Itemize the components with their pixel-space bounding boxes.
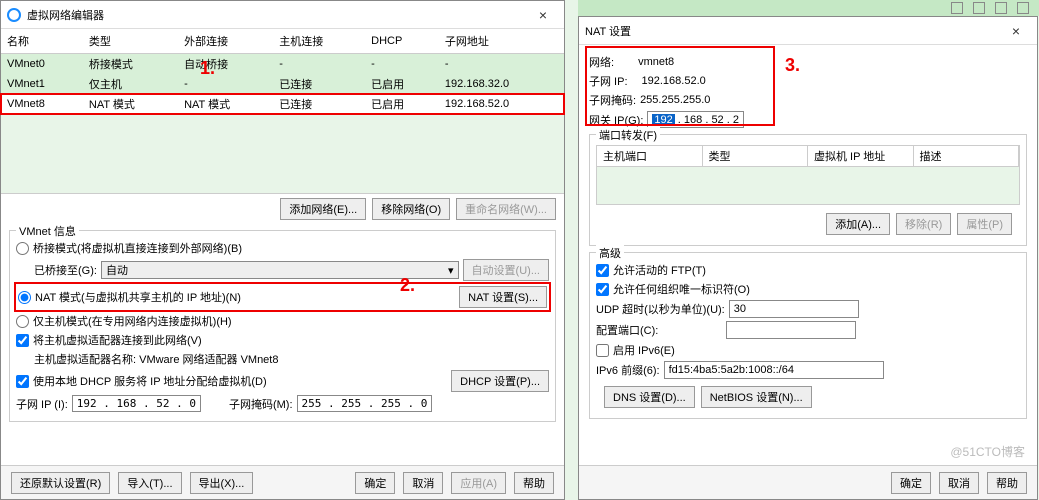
rename-network-button: 重命名网络(W)...: [456, 198, 556, 220]
col-subnet[interactable]: 子网地址: [439, 29, 564, 54]
cancel-button[interactable]: 取消: [939, 472, 979, 494]
cancel-button[interactable]: 取消: [403, 472, 443, 494]
subnet-mask-label: 子网掩码:: [589, 92, 636, 108]
table-row[interactable]: VMnet1仅主机-已连接已启用192.168.32.0: [1, 74, 564, 94]
auto-settings-button: 自动设置(U)...: [463, 259, 549, 281]
import-button[interactable]: 导入(T)...: [118, 472, 181, 494]
chk-host-adapter[interactable]: 将主机虚拟适配器连接到此网络(V): [16, 332, 549, 348]
advanced-fieldset: 高级 允许活动的 FTP(T) 允许任何组织唯一标识符(O) UDP 超时(以秒…: [589, 252, 1027, 419]
network-value: vmnet8: [638, 56, 674, 68]
bridge-to-label: 已桥接至(G):: [34, 262, 97, 278]
ok-button[interactable]: 确定: [891, 472, 931, 494]
restore-defaults-button[interactable]: 还原默认设置(R): [11, 472, 110, 494]
chk-ipv6[interactable]: 启用 IPv6(E): [596, 342, 1020, 358]
subnet-ip-input[interactable]: 192 . 168 . 52 . 0: [72, 395, 201, 412]
watermark: @51CTO博客: [950, 443, 1025, 460]
vmnet-info-label: VMnet 信息: [16, 223, 79, 239]
config-port-input[interactable]: [726, 321, 856, 339]
port-forward-fieldset: 端口转发(F) 主机端口 类型 虚拟机 IP 地址 描述 添加(A)... 移除…: [589, 134, 1027, 246]
subnet-mask-label: 子网掩码(M):: [229, 396, 293, 412]
col-hostport[interactable]: 主机端口: [597, 146, 703, 166]
ipv6-prefix-label: IPv6 前缀(6):: [596, 362, 660, 378]
pf-remove-button: 移除(R): [896, 213, 951, 235]
host-adapter-name: 主机虚拟适配器名称: VMware 网络适配器 VMnet8: [16, 351, 549, 367]
col-vmaddr[interactable]: 虚拟机 IP 地址: [808, 146, 914, 166]
toolbar-icon[interactable]: [951, 2, 963, 14]
config-port-label: 配置端口(C):: [596, 322, 658, 338]
apply-button: 应用(A): [451, 472, 506, 494]
close-icon[interactable]: ×: [528, 7, 558, 23]
radio-nat[interactable]: NAT 模式(与虚拟机共享主机的 IP 地址)(N) NAT 设置(S)...: [16, 284, 549, 310]
subnet-ip-value: 192.168.52.0: [642, 75, 706, 87]
window-title: NAT 设置: [585, 23, 1001, 39]
add-network-button[interactable]: 添加网络(E)...: [280, 198, 366, 220]
export-button[interactable]: 导出(X)...: [190, 472, 254, 494]
col-type[interactable]: 类型: [83, 29, 178, 54]
subnet-ip-label: 子网 IP (I):: [16, 396, 68, 412]
pf-props-button: 属性(P): [957, 213, 1012, 235]
chevron-down-icon: ▾: [448, 264, 454, 277]
table-row[interactable]: VMnet0桥接模式自动桥接---: [1, 54, 564, 75]
chk-ftp[interactable]: 允许活动的 FTP(T): [596, 262, 1020, 278]
remove-network-button[interactable]: 移除网络(O): [372, 198, 450, 220]
netbios-settings-button[interactable]: NetBIOS 设置(N)...: [701, 386, 812, 408]
nat-settings-button[interactable]: NAT 设置(S)...: [459, 286, 547, 308]
dialog-buttons: 确定 取消 帮助: [579, 465, 1037, 499]
subnet-mask-value: 255.255.255.0: [640, 94, 710, 106]
close-icon[interactable]: ×: [1001, 23, 1031, 39]
pf-add-button[interactable]: 添加(A)...: [826, 213, 890, 235]
radio-hostonly[interactable]: 仅主机模式(在专用网络内连接虚拟机)(H): [16, 313, 549, 329]
col-desc[interactable]: 描述: [914, 146, 1020, 166]
network-label: 网络:: [589, 54, 614, 70]
ok-button[interactable]: 确定: [355, 472, 395, 494]
chk-dhcp[interactable]: 使用本地 DHCP 服务将 IP 地址分配给虚拟机(D) DHCP 设置(P).…: [16, 370, 549, 392]
udp-timeout-input[interactable]: [729, 300, 859, 318]
toolbar-icon[interactable]: [1017, 2, 1029, 14]
app-icon: [7, 8, 21, 22]
help-button[interactable]: 帮助: [987, 472, 1027, 494]
ipv6-prefix-input[interactable]: [664, 361, 884, 379]
toolbar-icon[interactable]: [973, 2, 985, 14]
table-empty-area: [1, 114, 564, 194]
dialog-buttons: 还原默认设置(R) 导入(T)... 导出(X)... 确定 取消 应用(A) …: [1, 465, 564, 499]
chk-anyorg[interactable]: 允许任何组织唯一标识符(O): [596, 281, 1020, 297]
table-row-selected[interactable]: VMnet8NAT 模式NAT 模式已连接已启用192.168.52.0: [1, 94, 564, 114]
dhcp-settings-button[interactable]: DHCP 设置(P)...: [451, 370, 549, 392]
radio-bridge[interactable]: 桥接模式(将虚拟机直接连接到外部网络)(B): [16, 240, 549, 256]
vmnet-table[interactable]: 名称 类型 外部连接 主机连接 DHCP 子网地址 VMnet0桥接模式自动桥接…: [1, 29, 564, 114]
gateway-ip-label: 网关 IP(G):: [589, 112, 643, 128]
subnet-ip-label: 子网 IP:: [589, 73, 628, 89]
window-title: 虚拟网络编辑器: [27, 7, 528, 23]
gateway-ip-input[interactable]: 192 . 168 . 52 . 2: [647, 111, 744, 128]
titlebar: 虚拟网络编辑器 ×: [1, 1, 564, 29]
subnet-mask-input[interactable]: 255 . 255 . 255 . 0: [297, 395, 433, 412]
editor-toolbar: [578, 0, 1039, 16]
udp-timeout-label: UDP 超时(以秒为单位)(U):: [596, 301, 725, 317]
nat-settings-window: NAT 设置 × 网络: vmnet8 子网 IP: 192.168.52.0 子网…: [578, 16, 1038, 500]
col-host[interactable]: 主机连接: [273, 29, 365, 54]
titlebar: NAT 设置 ×: [579, 17, 1037, 45]
col-name[interactable]: 名称: [1, 29, 83, 54]
help-button[interactable]: 帮助: [514, 472, 554, 494]
bridge-dropdown: 自动▾: [101, 261, 459, 279]
col-dhcp[interactable]: DHCP: [365, 29, 439, 54]
port-forward-table[interactable]: 主机端口 类型 虚拟机 IP 地址 描述: [596, 145, 1020, 205]
port-forward-label: 端口转发(F): [596, 127, 660, 143]
toolbar-icon[interactable]: [995, 2, 1007, 14]
virtual-network-editor-window: 虚拟网络编辑器 × 名称 类型 外部连接 主机连接 DHCP 子网地址 VMne…: [0, 0, 565, 500]
col-type[interactable]: 类型: [703, 146, 809, 166]
col-ext[interactable]: 外部连接: [178, 29, 273, 54]
vmnet-info-fieldset: VMnet 信息 桥接模式(将虚拟机直接连接到外部网络)(B) 已桥接至(G):…: [9, 230, 556, 422]
dns-settings-button[interactable]: DNS 设置(D)...: [604, 386, 695, 408]
advanced-label: 高级: [596, 245, 624, 261]
